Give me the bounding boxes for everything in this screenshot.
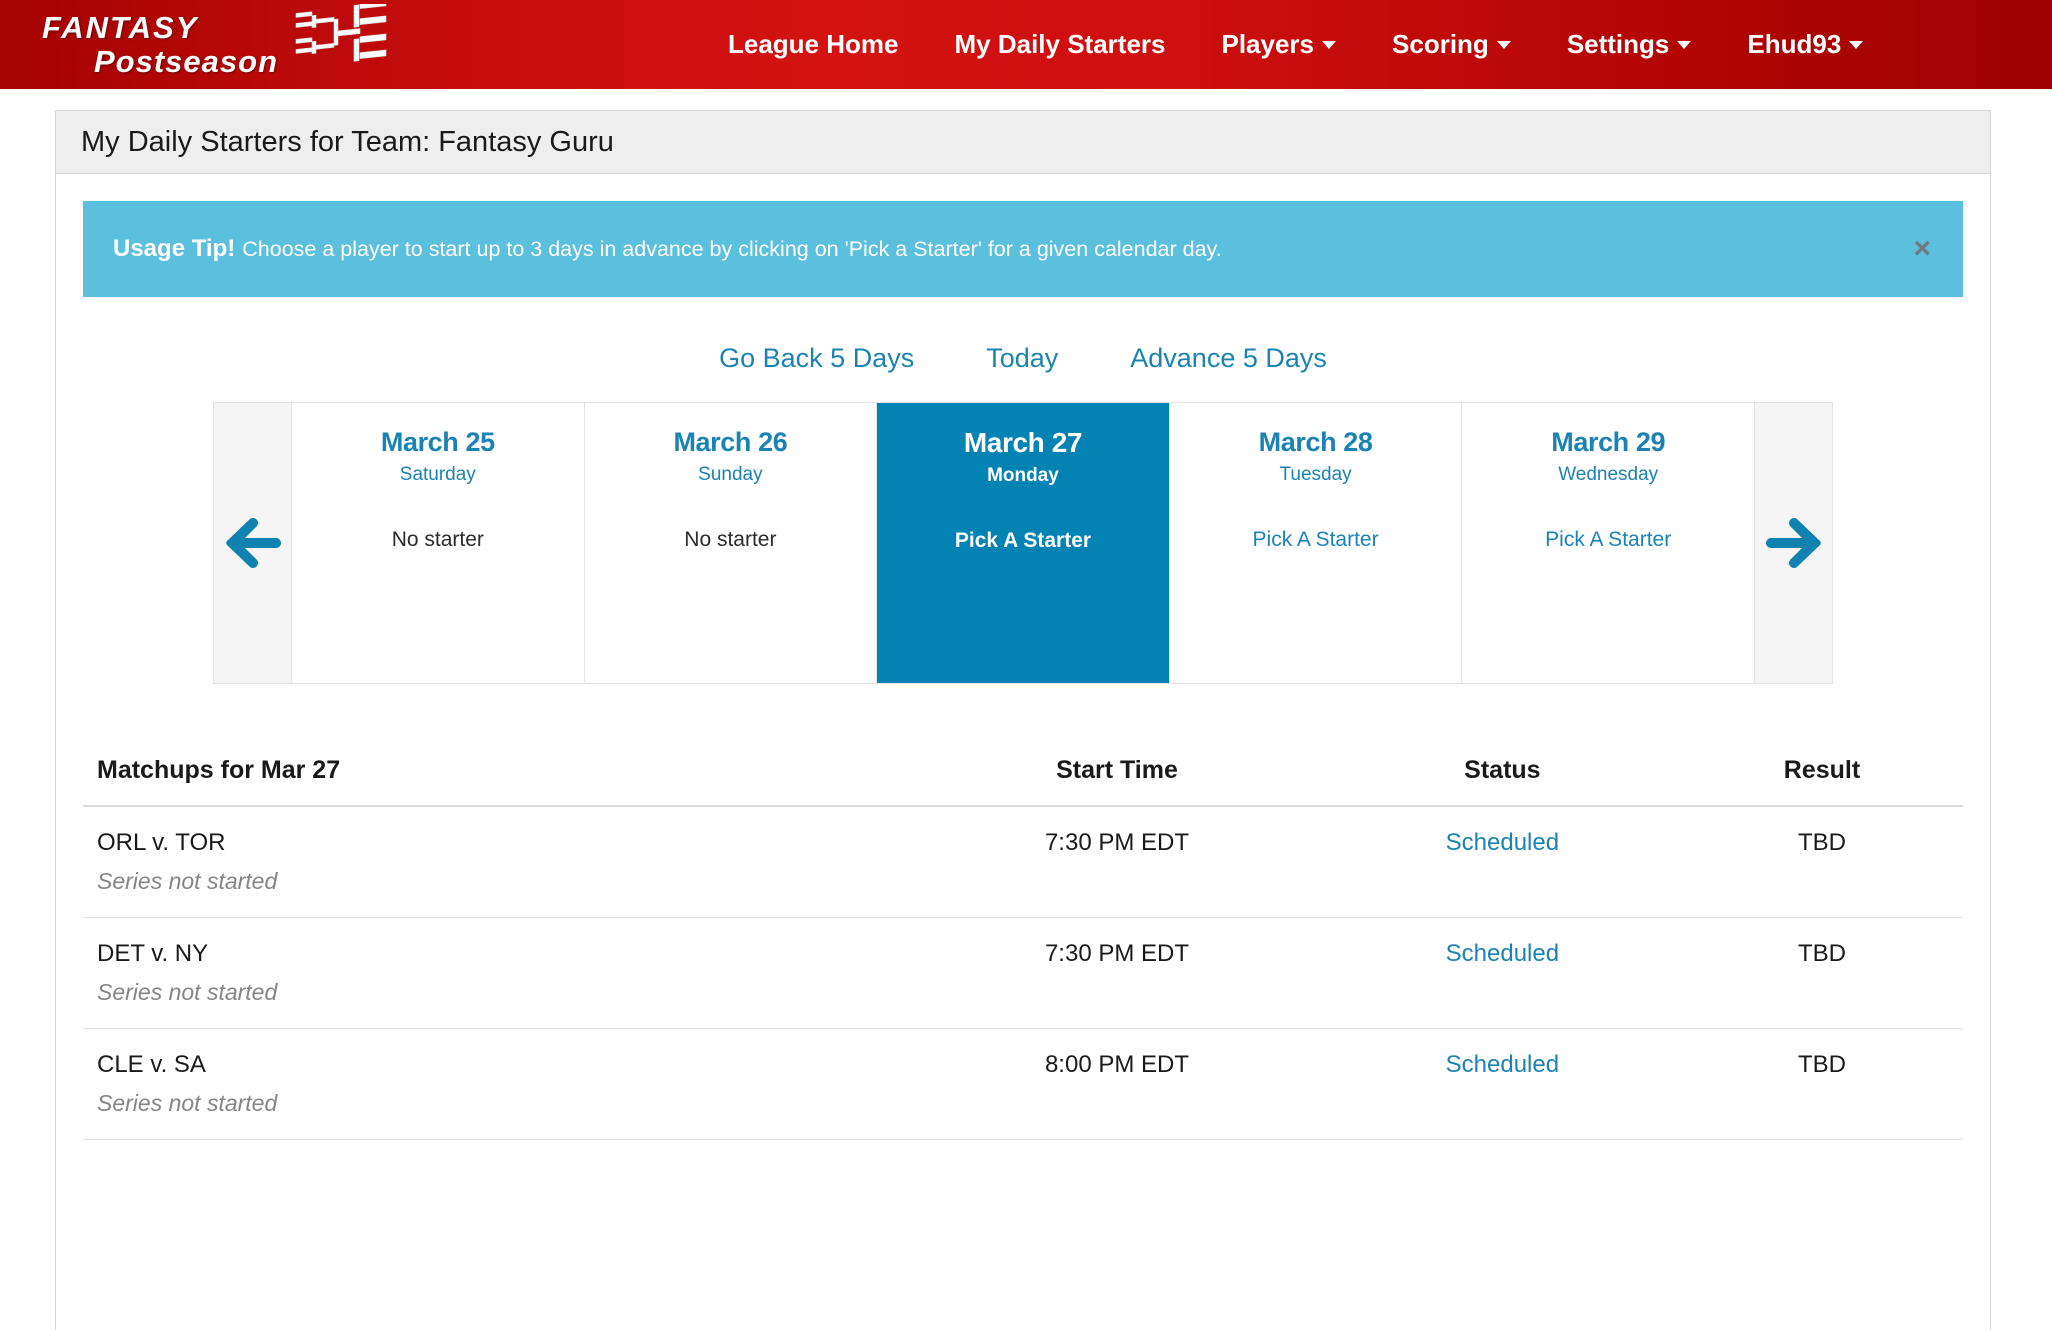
calendar-day-march-25[interactable]: March 25 Saturday No starter bbox=[291, 402, 585, 684]
nav-item-scoring[interactable]: Scoring bbox=[1364, 0, 1539, 89]
start-time-cell: 7:30 PM EDT bbox=[910, 917, 1324, 1029]
series-note: Series not started bbox=[97, 979, 278, 1005]
result-cell: TBD bbox=[1680, 917, 1963, 1029]
pick-a-starter-link[interactable]: Pick A Starter bbox=[877, 529, 1169, 553]
result-cell: TBD bbox=[1680, 806, 1963, 918]
matchups-table-wrapper: Matchups for Mar 27 Start Time Status Re… bbox=[83, 756, 1963, 1140]
brand-line1: FANTASY bbox=[42, 10, 199, 45]
close-icon[interactable]: × bbox=[1913, 234, 1931, 264]
top-navbar: FANTASY Postseason League Home My Daily … bbox=[0, 0, 2052, 89]
nav-item-my-daily-starters[interactable]: My Daily Starters bbox=[927, 0, 1194, 89]
main-panel: My Daily Starters for Team: Fantasy Guru… bbox=[55, 110, 1991, 1330]
brand-logo[interactable]: FANTASY Postseason bbox=[42, 4, 412, 84]
calendar-day-march-28[interactable]: March 28 Tuesday Pick A Starter bbox=[1168, 402, 1463, 684]
calendar-day-date: March 29 bbox=[1551, 427, 1666, 457]
start-time-cell: 7:30 PM EDT bbox=[910, 806, 1324, 918]
nav-item-label: League Home bbox=[728, 29, 899, 59]
arrow-right-icon bbox=[1765, 518, 1821, 568]
chevron-down-icon bbox=[1677, 40, 1692, 49]
status-link[interactable]: Scheduled bbox=[1446, 1051, 1559, 1078]
chevron-down-icon bbox=[1322, 40, 1337, 49]
start-time-cell: 8:00 PM EDT bbox=[910, 1028, 1324, 1140]
matchups-table-head: Matchups for Mar 27 Start Time Status Re… bbox=[83, 756, 1963, 807]
date-navigation: Go Back 5 Days Today Advance 5 Days bbox=[83, 343, 1963, 374]
page-title: My Daily Starters for Team: Fantasy Guru bbox=[81, 125, 614, 158]
nav-item-label: Ehud93 bbox=[1747, 29, 1842, 59]
table-row: ORL v. TOR Series not started 7:30 PM ED… bbox=[83, 806, 1963, 918]
matchup-cell: DET v. NY Series not started bbox=[83, 917, 911, 1029]
panel-body: Usage Tip! Choose a player to start up t… bbox=[56, 174, 1990, 1140]
chevron-down-icon bbox=[1849, 40, 1864, 49]
calendar-day-date: March 25 bbox=[380, 427, 495, 457]
matchup-name: DET v. NY bbox=[97, 940, 209, 967]
calendar-day-march-27-selected[interactable]: March 27 Monday Pick A Starter bbox=[876, 402, 1170, 684]
calendar-day-date: March 26 bbox=[673, 427, 788, 457]
matchup-name: CLE v. SA bbox=[97, 1051, 206, 1078]
matchup-cell: ORL v. TOR Series not started bbox=[83, 806, 911, 918]
usage-tip-text: Choose a player to start up to 3 days in… bbox=[242, 236, 1222, 261]
brand-line2: Postseason bbox=[94, 44, 279, 79]
calendar-day-status: No starter bbox=[391, 528, 484, 551]
nav-item-league-home[interactable]: League Home bbox=[700, 0, 927, 89]
calendar-day-date: March 28 bbox=[1258, 427, 1373, 457]
nav-links: League Home My Daily Starters Players Sc… bbox=[700, 0, 1891, 89]
pick-a-starter-link[interactable]: Pick A Starter bbox=[1462, 528, 1754, 552]
today-link[interactable]: Today bbox=[950, 343, 1094, 374]
series-note: Series not started bbox=[97, 868, 278, 894]
result-cell: TBD bbox=[1680, 1028, 1963, 1140]
nav-item-label: Settings bbox=[1566, 29, 1670, 59]
status-cell: Scheduled bbox=[1323, 1028, 1681, 1140]
panel-heading: My Daily Starters for Team: Fantasy Guru bbox=[56, 111, 1990, 174]
series-note: Series not started bbox=[97, 1090, 278, 1116]
table-header-row: Matchups for Mar 27 Start Time Status Re… bbox=[83, 756, 1963, 807]
status-cell: Scheduled bbox=[1323, 917, 1681, 1029]
calendar-day-weekday: Tuesday bbox=[1279, 464, 1352, 485]
calendar-day-weekday: Wednesday bbox=[1558, 464, 1659, 485]
arrow-left-icon bbox=[225, 518, 281, 568]
matchup-cell: CLE v. SA Series not started bbox=[83, 1028, 911, 1140]
matchups-table-body: ORL v. TOR Series not started 7:30 PM ED… bbox=[83, 806, 1963, 1140]
calendar-strip: March 25 Saturday No starter March 26 Su… bbox=[83, 402, 1963, 684]
matchup-name: ORL v. TOR bbox=[97, 829, 226, 856]
calendar-next-button[interactable] bbox=[1754, 402, 1833, 684]
nav-item-players[interactable]: Players bbox=[1193, 0, 1364, 89]
calendar-table: March 25 Saturday No starter March 26 Su… bbox=[213, 402, 1833, 684]
nav-item-user-menu[interactable]: Ehud93 bbox=[1719, 0, 1891, 89]
calendar-day-weekday: Sunday bbox=[698, 464, 763, 485]
nav-item-settings[interactable]: Settings bbox=[1539, 0, 1720, 89]
column-header-status: Status bbox=[1323, 756, 1681, 807]
matchups-table: Matchups for Mar 27 Start Time Status Re… bbox=[83, 756, 1963, 1140]
calendar-day-march-26[interactable]: March 26 Sunday No starter bbox=[583, 402, 878, 684]
calendar-day-march-29[interactable]: March 29 Wednesday Pick A Starter bbox=[1461, 402, 1755, 684]
table-row: DET v. NY Series not started 7:30 PM EDT… bbox=[83, 917, 1963, 1029]
calendar-day-weekday: Monday bbox=[987, 465, 1059, 486]
go-back-5-days-link[interactable]: Go Back 5 Days bbox=[683, 343, 950, 374]
column-header-result: Result bbox=[1680, 756, 1963, 807]
bracket-logo-icon bbox=[295, 4, 387, 62]
column-header-matchups: Matchups for Mar 27 bbox=[83, 756, 911, 807]
usage-tip-alert: Usage Tip! Choose a player to start up t… bbox=[83, 201, 1963, 297]
calendar-day-weekday: Saturday bbox=[399, 464, 476, 485]
nav-item-label: Scoring bbox=[1392, 29, 1489, 59]
status-link[interactable]: Scheduled bbox=[1446, 940, 1559, 967]
usage-tip-label: Usage Tip! bbox=[113, 235, 236, 262]
calendar-prev-button[interactable] bbox=[213, 402, 292, 684]
nav-item-label: My Daily Starters bbox=[954, 29, 1166, 59]
nav-item-label: Players bbox=[1221, 29, 1315, 59]
pick-a-starter-link[interactable]: Pick A Starter bbox=[1170, 528, 1462, 552]
chevron-down-icon bbox=[1496, 40, 1511, 49]
status-cell: Scheduled bbox=[1323, 806, 1681, 918]
table-row: CLE v. SA Series not started 8:00 PM EDT… bbox=[83, 1028, 1963, 1140]
calendar-day-date: March 27 bbox=[963, 427, 1083, 458]
advance-5-days-link[interactable]: Advance 5 Days bbox=[1094, 343, 1363, 374]
calendar-day-status: No starter bbox=[684, 528, 777, 551]
brand-text: FANTASY Postseason bbox=[42, 12, 282, 77]
status-link[interactable]: Scheduled bbox=[1446, 829, 1559, 856]
column-header-start-time: Start Time bbox=[910, 756, 1324, 807]
